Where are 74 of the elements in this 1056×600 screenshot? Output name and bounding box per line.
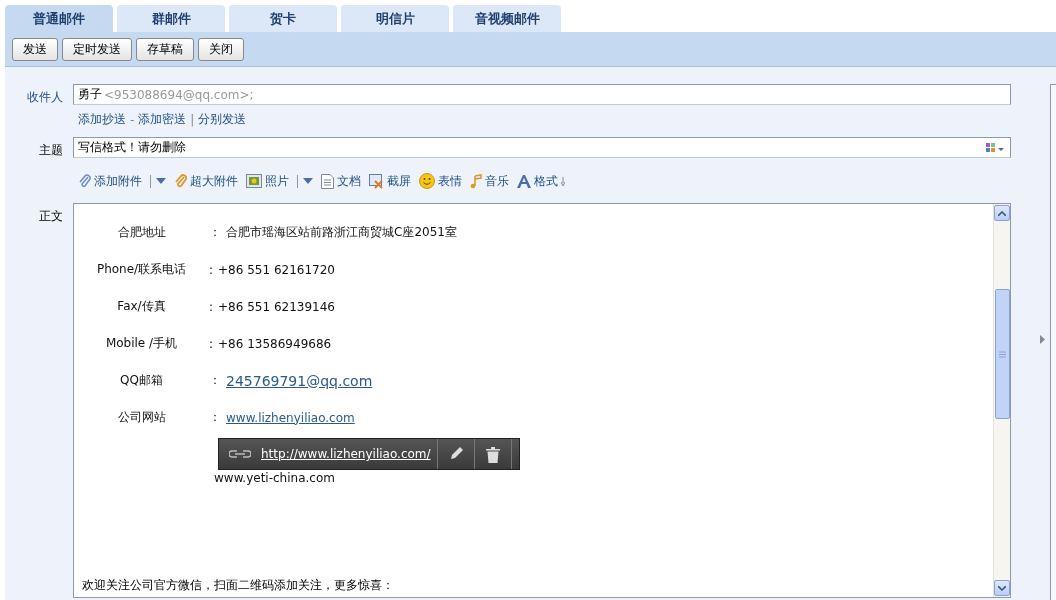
attach-tool[interactable]: 表情 — [419, 172, 462, 190]
recipient-link[interactable]: 分别发送 — [198, 111, 247, 128]
color-grid-icon[interactable] — [986, 142, 1006, 153]
chevron-down-icon — [998, 585, 1006, 591]
scroll-up-button[interactable] — [994, 205, 1010, 221]
colon: ： — [209, 372, 221, 389]
scroll-down-button[interactable] — [994, 580, 1010, 596]
screenshot-icon — [369, 173, 384, 189]
tab[interactable]: 明信片 — [341, 5, 449, 32]
contact-label: 公司网站 — [116, 409, 167, 426]
contact-label: Phone/联系电话 — [95, 261, 188, 278]
recipient-label: 收件人 — [26, 89, 64, 106]
music-note-icon — [470, 173, 482, 189]
contact-value: +86 13586949686 — [218, 336, 332, 351]
tab[interactable]: 音视频邮件 — [453, 5, 561, 32]
attach-tool[interactable]: 截屏 — [369, 172, 411, 190]
link-icon — [229, 449, 251, 459]
colon: ： — [209, 409, 221, 426]
attach-tool[interactable]: 格式 — [517, 172, 565, 190]
subject-text: 写信格式！请勿删除 — [78, 139, 186, 156]
recipient-link[interactable]: 添加密送 — [138, 111, 187, 128]
contact-label: QQ邮箱 — [119, 372, 164, 389]
chevron-up-icon — [998, 210, 1006, 216]
attach-tool[interactable]: 文档 — [321, 172, 361, 190]
photo-icon — [246, 174, 262, 188]
contact-value: 合肥市瑶海区站前路浙江商贸城C座2051室 — [226, 224, 457, 241]
expand-arrow-icon[interactable] — [1040, 335, 1045, 344]
body-editor[interactable] — [73, 203, 1011, 598]
recipient-field[interactable]: 勇子 <953088694@qq.com>; — [73, 84, 1011, 105]
contact-link[interactable]: www.lizhenyiliao.com — [226, 410, 355, 425]
document-icon — [321, 173, 334, 189]
subject-field[interactable]: 写信格式！请勿删除 — [73, 137, 1011, 158]
grip-icon — [998, 350, 1006, 358]
paperclip-icon — [174, 174, 187, 188]
separator: - — [130, 112, 135, 127]
arrow-down-icon — [561, 176, 565, 186]
contact-value: +86 551 62139146 — [218, 299, 335, 314]
action-button[interactable]: 存草稿 — [136, 37, 194, 61]
action-button[interactable]: 关闭 — [198, 37, 244, 61]
body-text: www.yeti-china.com — [214, 471, 335, 485]
paperclip-icon — [78, 174, 91, 188]
action-button[interactable]: 定时发送 — [62, 37, 132, 61]
attach-tool[interactable]: 超大附件 — [174, 172, 238, 190]
contact-label: Fax/传真 — [116, 298, 167, 315]
contact-label: 合肥地址 — [116, 224, 167, 241]
attach-tool[interactable]: 照片 — [246, 172, 289, 190]
contact-link[interactable]: 245769791@qq.com — [226, 372, 373, 389]
colon: ： — [209, 224, 221, 241]
attach-tool[interactable]: 添加附件 — [78, 172, 142, 190]
tab[interactable]: 贺卡 — [229, 5, 337, 32]
attach-tool[interactable]: 音乐 — [470, 172, 509, 190]
colon: : — [209, 336, 214, 351]
scrollbar[interactable] — [993, 204, 1010, 597]
colon: : — [209, 299, 214, 314]
tab[interactable]: 群邮件 — [117, 5, 225, 32]
action-button[interactable]: 发送 — [12, 37, 58, 61]
footer-text: 欢迎关注公司官方微信，扫面二维码添加关注，更多惊喜： — [81, 577, 395, 594]
recipient-address: <953088694@qq.com>; — [104, 87, 254, 102]
scroll-thumb[interactable] — [994, 289, 1010, 419]
caret-icon[interactable] — [156, 178, 166, 184]
recipient-name: 勇子 — [78, 86, 102, 103]
recipient-link[interactable]: 添加抄送 — [78, 111, 126, 128]
tab[interactable]: 普通邮件 — [5, 5, 113, 32]
body-label: 正文 — [38, 208, 64, 225]
contact-label: Mobile /手机 — [104, 335, 179, 352]
colon: : — [209, 262, 214, 277]
subject-label: 主题 — [38, 142, 64, 159]
smiley-icon — [419, 173, 435, 189]
trash-icon — [485, 445, 500, 463]
letter-icon — [517, 174, 531, 188]
popup-link[interactable]: http://www.lizhenyiliao.com/ — [257, 439, 438, 469]
caret-icon[interactable] — [303, 178, 313, 184]
contact-value: +86 551 62161720 — [218, 262, 335, 277]
separator: | — [190, 112, 195, 127]
